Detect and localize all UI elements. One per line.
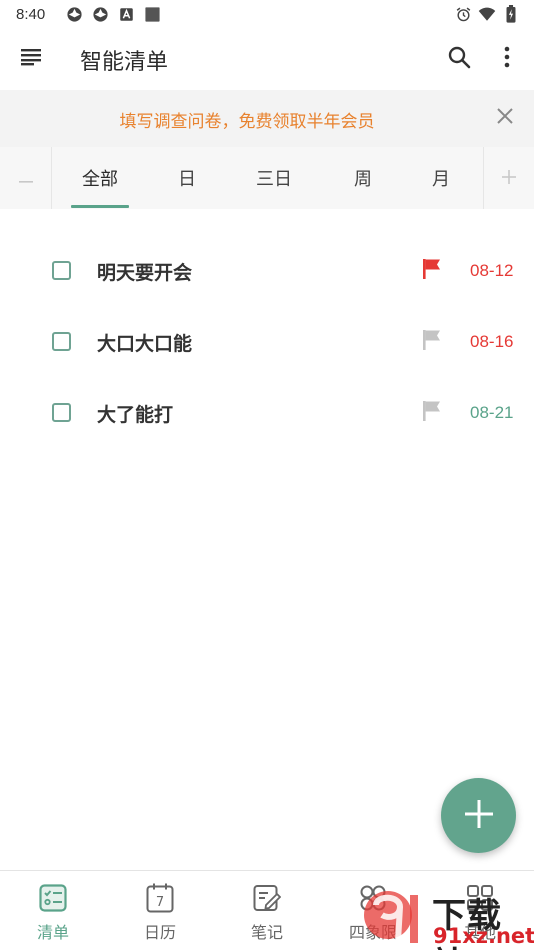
nav-label: 日历 <box>143 923 176 942</box>
battery-icon <box>502 5 520 23</box>
tab-three-days[interactable]: 三日 <box>245 147 303 209</box>
list-item[interactable]: 大口大口能 08-16 <box>0 312 534 372</box>
tab-day[interactable]: 日 <box>160 147 214 209</box>
calendar-day-number: 7 <box>156 895 164 910</box>
calendar-icon: 7 <box>144 882 176 914</box>
note-icon <box>251 882 283 914</box>
banner-text[interactable]: 填写调查问卷，免费领取半年会员 <box>0 107 494 132</box>
task-checkbox[interactable] <box>52 332 71 351</box>
nav-item-calendar[interactable]: 7 日历 <box>107 871 213 950</box>
flag-icon-svg <box>423 259 440 279</box>
nav-item-notes[interactable]: 笔记 <box>214 871 320 950</box>
task-checkbox[interactable] <box>52 403 71 422</box>
aperture-icon <box>65 5 83 23</box>
task-title: 大口大口能 <box>97 333 193 355</box>
app-bar: 智能清单 <box>0 28 534 90</box>
flag-icon-svg <box>423 401 440 421</box>
tab-month[interactable]: 月 <box>414 147 468 209</box>
status-right <box>454 5 520 23</box>
watermark-url: 91xz.net <box>433 924 534 948</box>
close-icon <box>497 108 513 128</box>
banner-close-button[interactable] <box>493 106 517 130</box>
font-app-icon <box>117 5 135 23</box>
nav-label: 清单 <box>36 923 69 942</box>
list-item[interactable]: 大了能打 08-21 <box>0 383 534 443</box>
minus-icon <box>18 169 33 188</box>
flag-icon-svg <box>423 330 440 350</box>
task-title: 大了能打 <box>97 404 174 426</box>
aperture-icon <box>91 5 109 23</box>
tab-all[interactable]: 全部 <box>71 147 129 209</box>
nav-label: 笔记 <box>250 923 283 942</box>
watermark-emblem <box>364 891 418 943</box>
list-item[interactable]: 明天要开会 08-12 <box>0 241 534 301</box>
alarm-icon <box>454 5 472 23</box>
nav-item-list[interactable]: 清单 <box>0 871 106 950</box>
page-title: 智能清单 <box>80 50 169 75</box>
status-time: 8:40 <box>16 5 46 23</box>
wifi-icon <box>478 5 496 23</box>
due-date: 08-21 <box>470 403 514 422</box>
status-left: 8:40 <box>16 5 161 23</box>
add-task-button[interactable] <box>441 778 516 853</box>
survey-banner[interactable]: 填写调查问卷，免费领取半年会员 <box>0 90 534 147</box>
search-icon <box>447 45 471 73</box>
due-date: 08-16 <box>470 332 514 351</box>
tab-prev-button[interactable] <box>0 147 52 209</box>
task-checkbox[interactable] <box>52 261 71 280</box>
status-bar: 8:40 <box>0 0 534 28</box>
range-tabs: 全部 日 三日 周 月 <box>0 147 534 209</box>
menu-icon <box>21 48 41 70</box>
flag-icon[interactable] <box>421 329 443 351</box>
due-date: 08-12 <box>470 261 514 280</box>
square-app-icon <box>143 5 161 23</box>
checklist-icon <box>37 882 69 914</box>
tab-week[interactable]: 周 <box>336 147 390 209</box>
tab-next-button[interactable] <box>483 147 534 209</box>
active-tab-indicator <box>71 205 129 208</box>
more-options-button[interactable] <box>496 44 518 74</box>
flag-icon[interactable] <box>421 258 443 280</box>
plus-icon <box>502 169 516 188</box>
more-vert-icon <box>504 46 510 72</box>
plus-icon <box>464 799 493 832</box>
search-button[interactable] <box>444 44 474 74</box>
task-title: 明天要开会 <box>97 262 193 284</box>
menu-button[interactable] <box>18 46 44 72</box>
flag-icon[interactable] <box>421 400 443 422</box>
